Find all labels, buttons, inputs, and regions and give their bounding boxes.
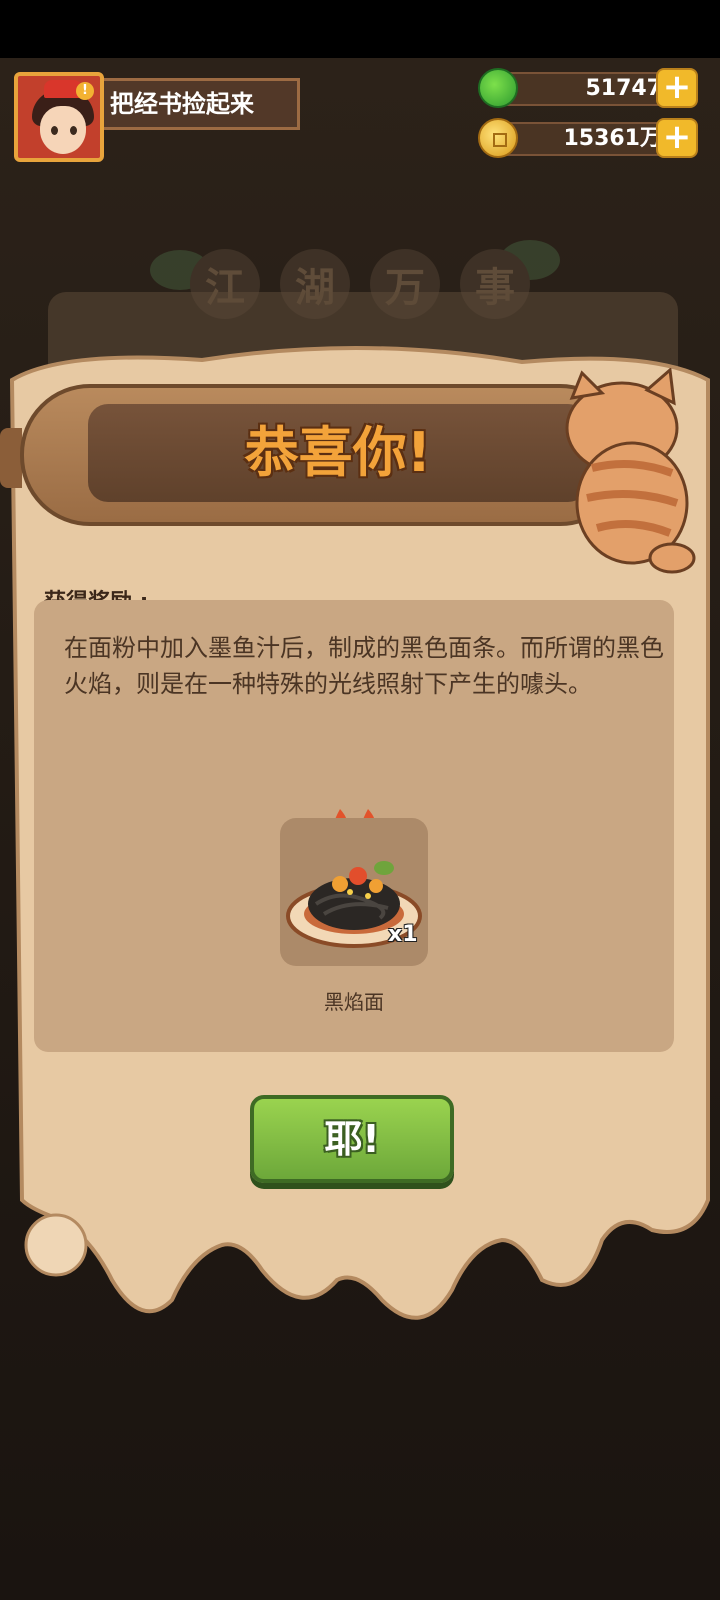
add-jade-button[interactable]: +	[656, 68, 698, 108]
eye	[51, 126, 58, 135]
jade-amount: 51747	[498, 72, 674, 106]
dialog-title: 恭喜你!	[244, 421, 432, 484]
coin-currency: 15361万 +	[478, 118, 698, 160]
add-coin-button[interactable]: +	[656, 118, 698, 158]
status-bar	[0, 0, 720, 58]
item-name: 黑焰面	[324, 990, 384, 1014]
rolling-pin-handle	[0, 428, 22, 488]
eye	[70, 126, 77, 135]
avatar[interactable]: !	[14, 72, 104, 162]
jade-currency: 51747 +	[478, 68, 698, 110]
item-description: 在面粉中加入墨鱼汁后，制成的黑色面条。而所谓的黑色火焰，则是在一种特殊的光线照射…	[64, 634, 664, 698]
confirm-button[interactable]: 耶!	[250, 1095, 454, 1183]
face	[40, 106, 86, 154]
notification-badge: !	[76, 82, 94, 100]
jade-icon	[478, 68, 518, 108]
coin-amount: 15361万	[498, 122, 674, 156]
cat-mascot	[565, 368, 696, 574]
coin-icon	[478, 118, 518, 158]
quest-title[interactable]: 把经书捡起来	[104, 78, 300, 130]
item-quantity: x1	[388, 922, 418, 947]
